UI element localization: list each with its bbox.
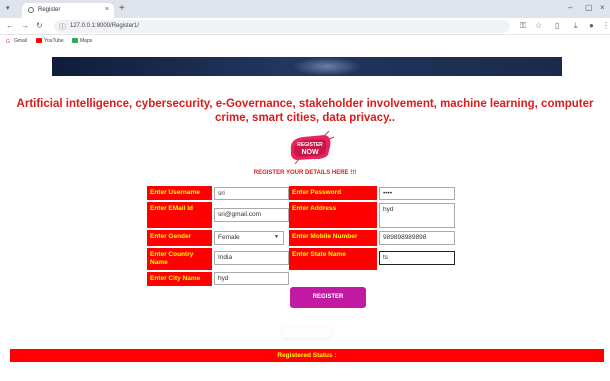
- password-input[interactable]: ••••: [379, 187, 455, 200]
- bookmark-star-icon[interactable]: ☆: [535, 21, 542, 30]
- chevron-down-icon: ▼: [274, 234, 279, 240]
- maximize-icon[interactable]: ▢: [585, 3, 593, 12]
- header-banner-image: [52, 57, 562, 76]
- tab-search-icon[interactable]: ▾: [6, 4, 10, 12]
- bookmark-youtube[interactable]: YouTube: [36, 38, 64, 44]
- download-icon[interactable]: ⤓: [574, 21, 578, 31]
- email-label: Enter EMail Id: [147, 202, 212, 228]
- country-label: Enter Country Name: [147, 248, 212, 270]
- maps-icon: [72, 38, 78, 43]
- browser-toolbar: ← → ↻ ⓘ 127.0.0.1:8000/Register1/ ⚿ ☆ ▯ …: [0, 18, 610, 35]
- page-headline: Artificial intelligence, cybersecurity, …: [16, 98, 594, 124]
- username-input[interactable]: sri: [214, 187, 289, 200]
- address-label: Enter Address: [289, 202, 377, 228]
- profile-icon[interactable]: ●: [589, 21, 594, 30]
- gender-selected-value: Female: [218, 234, 240, 241]
- url-text: 127.0.0.1:8000/Register1/: [70, 23, 140, 29]
- state-input[interactable]: ts: [379, 251, 455, 265]
- back-icon[interactable]: ←: [6, 21, 14, 30]
- browser-tab-bar: ▾ Register × + – ▢ ×: [0, 0, 610, 18]
- new-tab-button[interactable]: +: [119, 3, 125, 14]
- result-box: [282, 326, 332, 338]
- gender-label: Enter Gender: [147, 230, 212, 246]
- registered-status-bar: Registered Status :: [10, 349, 604, 362]
- youtube-icon: [36, 38, 42, 43]
- close-window-icon[interactable]: ×: [600, 3, 605, 12]
- minimize-icon[interactable]: –: [568, 3, 572, 12]
- menu-icon[interactable]: ⋮: [602, 21, 610, 30]
- bookmarks-bar: G Gmail YouTube Maps: [0, 35, 610, 48]
- username-label: Enter Username: [147, 186, 212, 200]
- city-label: Enter City Name: [147, 272, 212, 286]
- tab-title: Register: [38, 7, 61, 13]
- register-button[interactable]: REGISTER: [290, 287, 366, 308]
- address-bar[interactable]: ⓘ 127.0.0.1:8000/Register1/: [54, 20, 510, 33]
- globe-icon: [28, 7, 34, 13]
- gmail-icon: G: [6, 39, 10, 45]
- bookmark-maps[interactable]: Maps: [72, 38, 92, 44]
- register-subtitle: REGISTER YOUR DETAILS HERE !!!: [253, 170, 357, 176]
- forward-icon[interactable]: →: [21, 21, 29, 30]
- site-info-icon[interactable]: ⓘ: [59, 22, 66, 32]
- mobile-label: Enter Mobile Number: [289, 230, 377, 246]
- address-textarea[interactable]: hyd: [379, 203, 455, 228]
- password-label: Enter Password: [289, 186, 377, 200]
- tab-register[interactable]: Register ×: [22, 3, 114, 18]
- state-label: Enter State Name: [289, 248, 377, 270]
- city-input[interactable]: hyd: [214, 272, 289, 285]
- bookmark-gmail[interactable]: G Gmail: [6, 38, 27, 45]
- badge-text-register: REGISTER: [297, 142, 323, 148]
- register-now-badge: REGISTER NOW: [290, 131, 335, 164]
- gender-select[interactable]: Female ▼: [214, 231, 284, 245]
- tab-close-icon[interactable]: ×: [105, 6, 109, 13]
- side-panel-icon[interactable]: ▯: [555, 21, 559, 30]
- badge-text-now: NOW: [301, 149, 319, 156]
- key-icon[interactable]: ⚿: [520, 21, 526, 31]
- country-input[interactable]: India: [214, 251, 289, 265]
- mobile-input[interactable]: 989898989898: [379, 231, 455, 245]
- email-input[interactable]: sri@gmail.com: [214, 208, 289, 222]
- reload-icon[interactable]: ↻: [36, 21, 43, 30]
